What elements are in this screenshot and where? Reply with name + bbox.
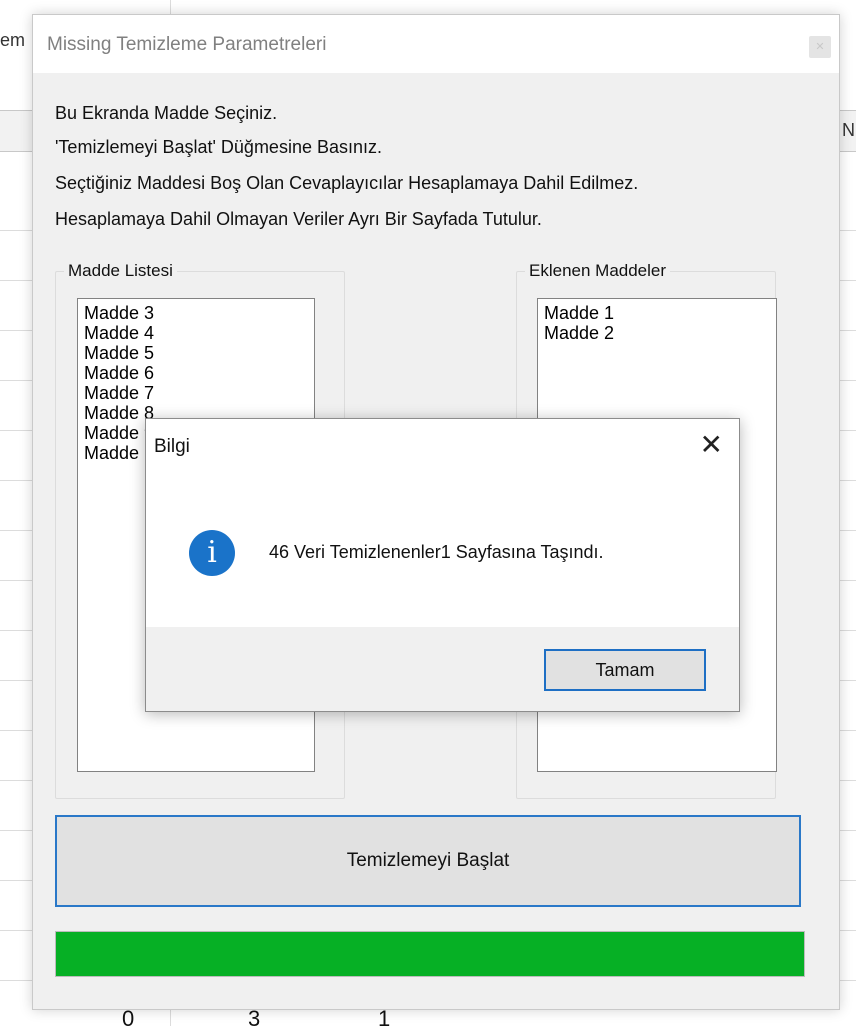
close-icon: ✕ bbox=[815, 41, 825, 53]
message-box-close-button[interactable]: ✕ bbox=[700, 431, 723, 459]
list-item[interactable]: Madde 1 bbox=[538, 303, 776, 323]
sheet-peek-text-right: N bbox=[842, 120, 855, 140]
info-message-box: Bilgi ✕ i 46 Veri Temizlenenler1 Sayfası… bbox=[145, 418, 740, 712]
main-title-bar: Missing Temizleme Parametreleri ✕ bbox=[33, 15, 839, 73]
instruction-line-3: Seçtiğiniz Maddesi Boş Olan Cevaplayıcıl… bbox=[55, 173, 639, 193]
list-item[interactable]: Madde 7 bbox=[78, 383, 314, 403]
instruction-line-1: Bu Ekranda Madde Seçiniz. bbox=[55, 103, 278, 123]
message-box-footer: Tamam bbox=[146, 627, 739, 711]
list-item[interactable]: Madde 4 bbox=[78, 323, 314, 343]
main-close-button[interactable]: ✕ bbox=[809, 36, 831, 58]
message-box-title: Bilgi bbox=[154, 436, 190, 457]
instruction-line-2: 'Temizlemeyi Başlat' Düğmesine Basınız. bbox=[55, 137, 382, 157]
cleanup-progress-bar bbox=[55, 931, 805, 977]
main-window-title: Missing Temizleme Parametreleri bbox=[47, 34, 327, 55]
message-box-text: 46 Veri Temizlenenler1 Sayfasına Taşındı… bbox=[269, 542, 604, 562]
progress-fill bbox=[56, 932, 804, 976]
list-item[interactable]: Madde 3 bbox=[78, 303, 314, 323]
eklenen-maddeler-label: Eklenen Maddeler bbox=[525, 261, 671, 281]
list-item[interactable]: Madde 2 bbox=[538, 323, 776, 343]
ok-button[interactable]: Tamam bbox=[544, 649, 706, 691]
madde-listesi-label: Madde Listesi bbox=[64, 261, 177, 281]
close-icon: ✕ bbox=[699, 429, 723, 460]
list-item[interactable]: Madde 5 bbox=[78, 343, 314, 363]
list-item[interactable]: Madde 6 bbox=[78, 363, 314, 383]
sheet-peek-text-left: em bbox=[0, 30, 26, 50]
start-cleanup-button[interactable]: Temizlemeyi Başlat bbox=[55, 815, 801, 907]
instruction-line-4: Hesaplamaya Dahil Olmayan Veriler Ayrı B… bbox=[55, 209, 542, 229]
info-icon: i bbox=[189, 530, 235, 576]
